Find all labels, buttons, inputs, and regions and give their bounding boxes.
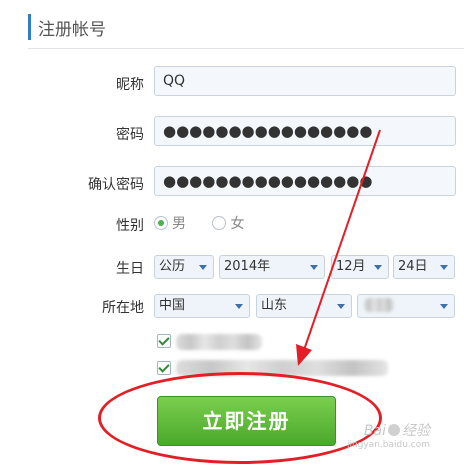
watermark-text: Bai — [363, 423, 386, 439]
paw-icon — [388, 424, 400, 436]
watermark-suffix: 经验 — [402, 423, 430, 439]
annotation-arrow — [296, 129, 381, 366]
watermark-url: jingyan.baidu.com — [346, 440, 430, 450]
baidu-watermark: Bai 经验 — [364, 420, 430, 440]
